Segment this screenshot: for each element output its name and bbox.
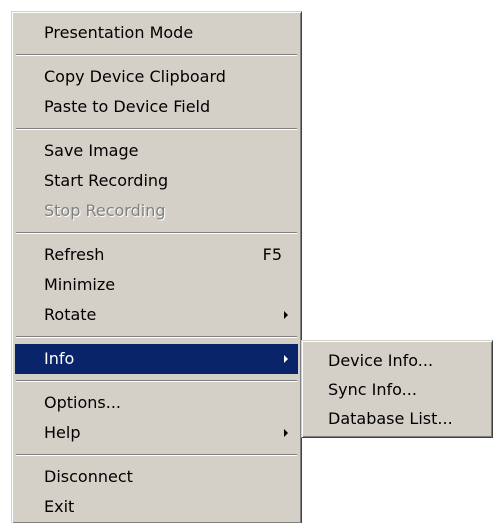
menu-separator [16,128,297,130]
submenu-item-sync-info[interactable]: Sync Info... [305,375,489,404]
menu-item-label: Refresh [44,245,105,264]
menu-separator [16,336,297,338]
menu-item-help[interactable]: Help [15,418,298,448]
menu-item-save-image[interactable]: Save Image [15,136,298,166]
menu-item-label: Disconnect [44,467,133,486]
menu-item-copy-device-clipboard[interactable]: Copy Device Clipboard [15,62,298,92]
menu-item-label: Minimize [44,275,116,294]
menu-item-label: Device Info... [328,351,434,370]
menu-item-label: Options... [44,393,121,412]
menu-item-minimize[interactable]: Minimize [15,270,298,300]
menu-separator [16,454,297,456]
menu-item-label: Sync Info... [328,380,417,399]
info-submenu: Device Info... Sync Info... Database Lis… [301,340,493,438]
menu-item-label: Copy Device Clipboard [44,67,226,86]
context-menu: Presentation Mode Copy Device Clipboard … [11,11,302,523]
chevron-right-icon [284,355,288,363]
menu-separator [16,232,297,234]
menu-item-label: Database List... [328,409,453,428]
menu-item-presentation-mode[interactable]: Presentation Mode [15,18,298,48]
menu-item-info[interactable]: Info [15,344,298,374]
menu-item-label: Paste to Device Field [44,97,211,116]
menu-item-refresh[interactable]: Refresh F5 [15,240,298,270]
menu-item-label: Presentation Mode [44,23,194,42]
submenu-item-device-info[interactable]: Device Info... [305,346,489,375]
menu-item-shortcut: F5 [262,245,282,264]
submenu-item-database-list[interactable]: Database List... [305,404,489,433]
menu-item-label: Stop Recording [44,201,166,220]
menu-item-exit[interactable]: Exit [15,492,298,522]
menu-item-label: Exit [44,497,75,516]
menu-item-label: Rotate [44,305,97,324]
menu-item-options[interactable]: Options... [15,388,298,418]
menu-separator [16,54,297,56]
menu-item-stop-recording: Stop Recording [15,196,298,226]
menu-item-disconnect[interactable]: Disconnect [15,462,298,492]
menu-item-rotate[interactable]: Rotate [15,300,298,330]
menu-item-paste-to-device-field[interactable]: Paste to Device Field [15,92,298,122]
menu-item-label: Help [44,423,81,442]
screen: Presentation Mode Copy Device Clipboard … [0,0,493,523]
chevron-right-icon [284,311,288,319]
chevron-right-icon [284,429,288,437]
menu-separator [16,380,297,382]
menu-item-label: Start Recording [44,171,169,190]
menu-item-label: Save Image [44,141,139,160]
menu-item-start-recording[interactable]: Start Recording [15,166,298,196]
menu-item-label: Info [44,349,75,368]
